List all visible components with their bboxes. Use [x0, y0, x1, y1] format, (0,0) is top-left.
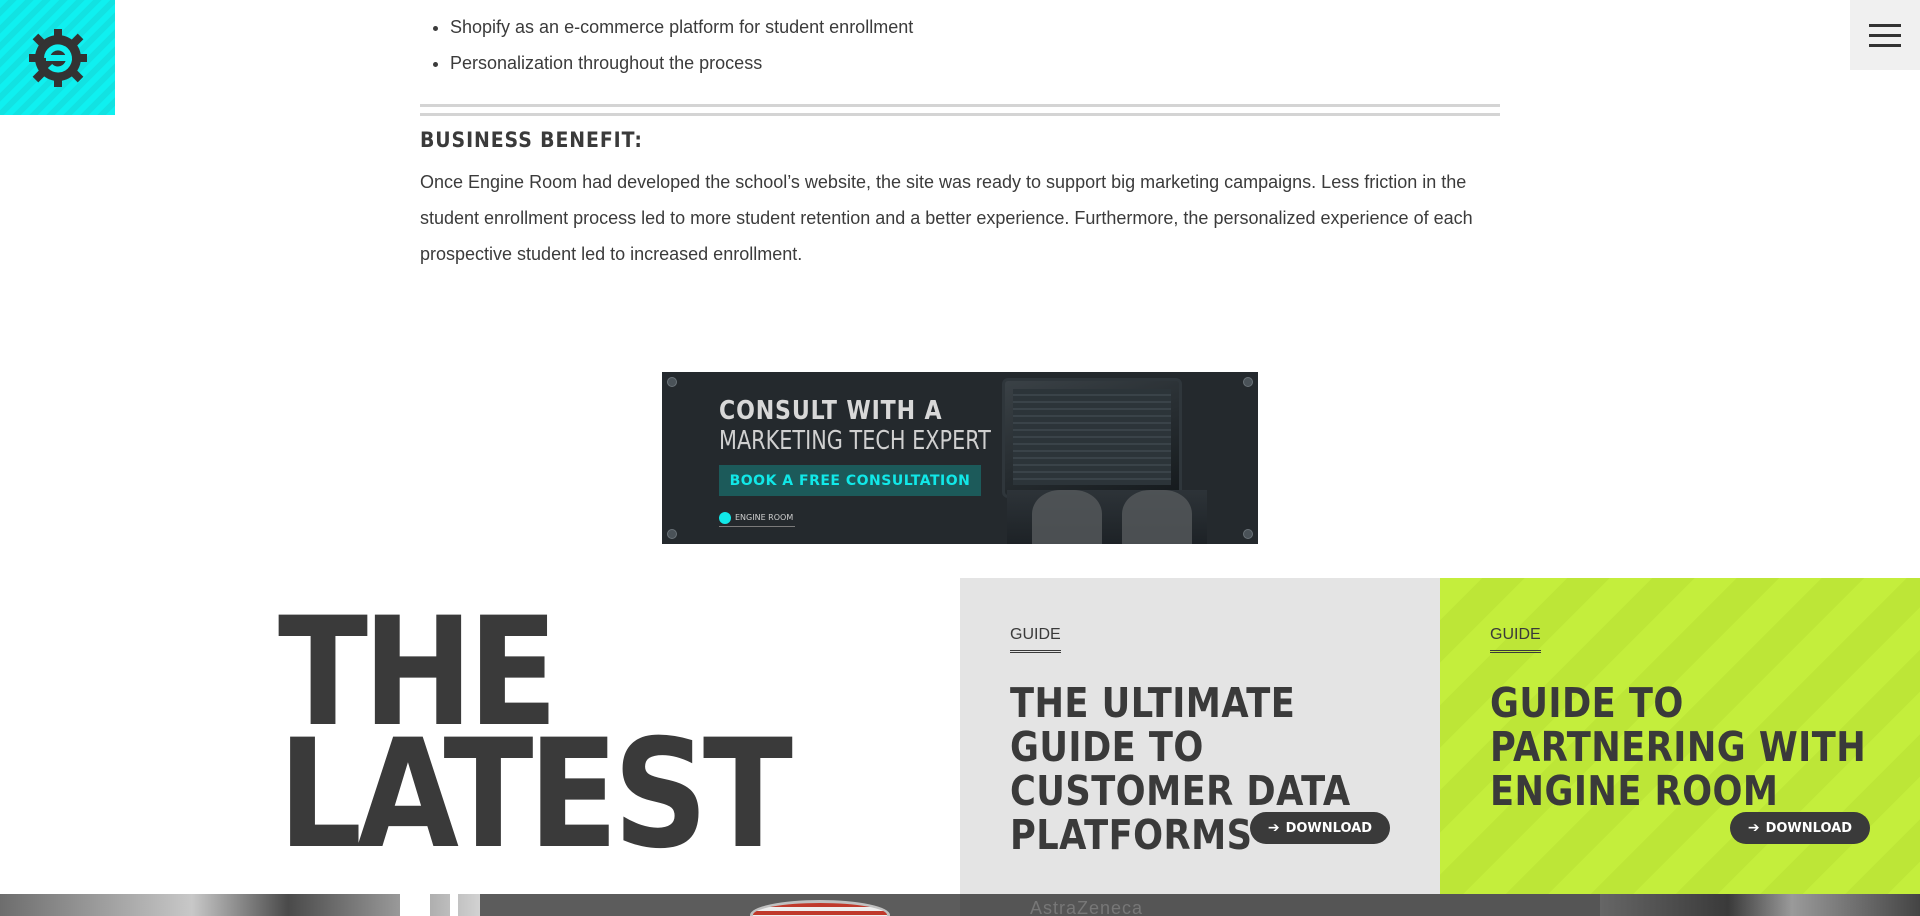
thumbnail-logo-text: AstraZeneca — [1030, 898, 1144, 916]
laptop-image — [1002, 378, 1182, 498]
download-button[interactable]: ➔ DOWNLOAD — [1249, 812, 1390, 844]
engine-room-gear-e-icon — [28, 28, 87, 87]
download-label: DOWNLOAD — [1285, 820, 1372, 836]
hand-image — [1122, 490, 1192, 544]
arrow-right-icon: ➔ — [1747, 820, 1760, 836]
the-latest-heading: THE LATEST — [278, 598, 793, 882]
list-item: Personalization throughout the process — [450, 45, 1500, 81]
guide-card-partnering[interactable]: GUIDE GUIDE TO PARTNERING WITH ENGINE RO… — [1440, 578, 1920, 894]
hamburger-icon-bar — [1869, 33, 1901, 37]
banner-brand-label: ENGINE ROOM — [735, 513, 794, 522]
screw-decoration — [1243, 377, 1253, 387]
thumbnail-image[interactable] — [0, 894, 480, 916]
screw-decoration — [667, 529, 677, 539]
the-latest-line2: LATEST — [278, 708, 793, 882]
screw-decoration — [1243, 529, 1253, 539]
list-item: Shopify as an e-commerce platform for st… — [450, 9, 1500, 45]
guide-title[interactable]: GUIDE TO PARTNERING WITH ENGINE ROOM — [1490, 681, 1868, 813]
banner-brand: ENGINE ROOM — [719, 509, 796, 527]
banner-subheadline: MARKETING TECH EXPERT — [719, 426, 991, 456]
thumbnail-image[interactable] — [1600, 894, 1920, 916]
screw-decoration — [667, 377, 677, 387]
business-benefit-heading: BUSINESS BENEFIT: — [420, 128, 643, 152]
hand-image — [1032, 490, 1102, 544]
guide-card-cdp[interactable]: GUIDE THE ULTIMATE GUIDE TO CUSTOMER DAT… — [960, 578, 1440, 894]
hamburger-icon-bar — [1869, 23, 1901, 27]
consultation-banner[interactable]: CONSULT WITH A MARKETING TECH EXPERT BOO… — [662, 372, 1258, 544]
section-divider — [420, 104, 1500, 116]
business-benefit-text: Once Engine Room had developed the schoo… — [420, 172, 1473, 264]
engine-room-mini-logo-icon — [719, 511, 731, 524]
thumbnail-image[interactable] — [480, 894, 960, 916]
case-study-thumbnails: AstraZeneca — [0, 894, 1920, 916]
guide-tag[interactable]: GUIDE — [1490, 626, 1541, 653]
feature-list: Shopify as an e-commerce platform for st… — [420, 9, 1500, 81]
article-content: Shopify as an e-commerce platform for st… — [420, 0, 1500, 272]
banner-headline: CONSULT WITH A — [719, 396, 943, 426]
arrow-right-icon: ➔ — [1267, 820, 1280, 836]
menu-button[interactable] — [1850, 0, 1920, 70]
thumbnail-image[interactable]: AstraZeneca — [960, 894, 1600, 916]
download-button[interactable]: ➔ DOWNLOAD — [1729, 812, 1870, 844]
download-label: DOWNLOAD — [1765, 820, 1852, 836]
guide-tag[interactable]: GUIDE — [1010, 626, 1061, 653]
engine-room-logo[interactable] — [0, 0, 115, 115]
book-consultation-button[interactable]: BOOK A FREE CONSULTATION — [719, 465, 981, 496]
hamburger-icon-bar — [1869, 43, 1901, 47]
